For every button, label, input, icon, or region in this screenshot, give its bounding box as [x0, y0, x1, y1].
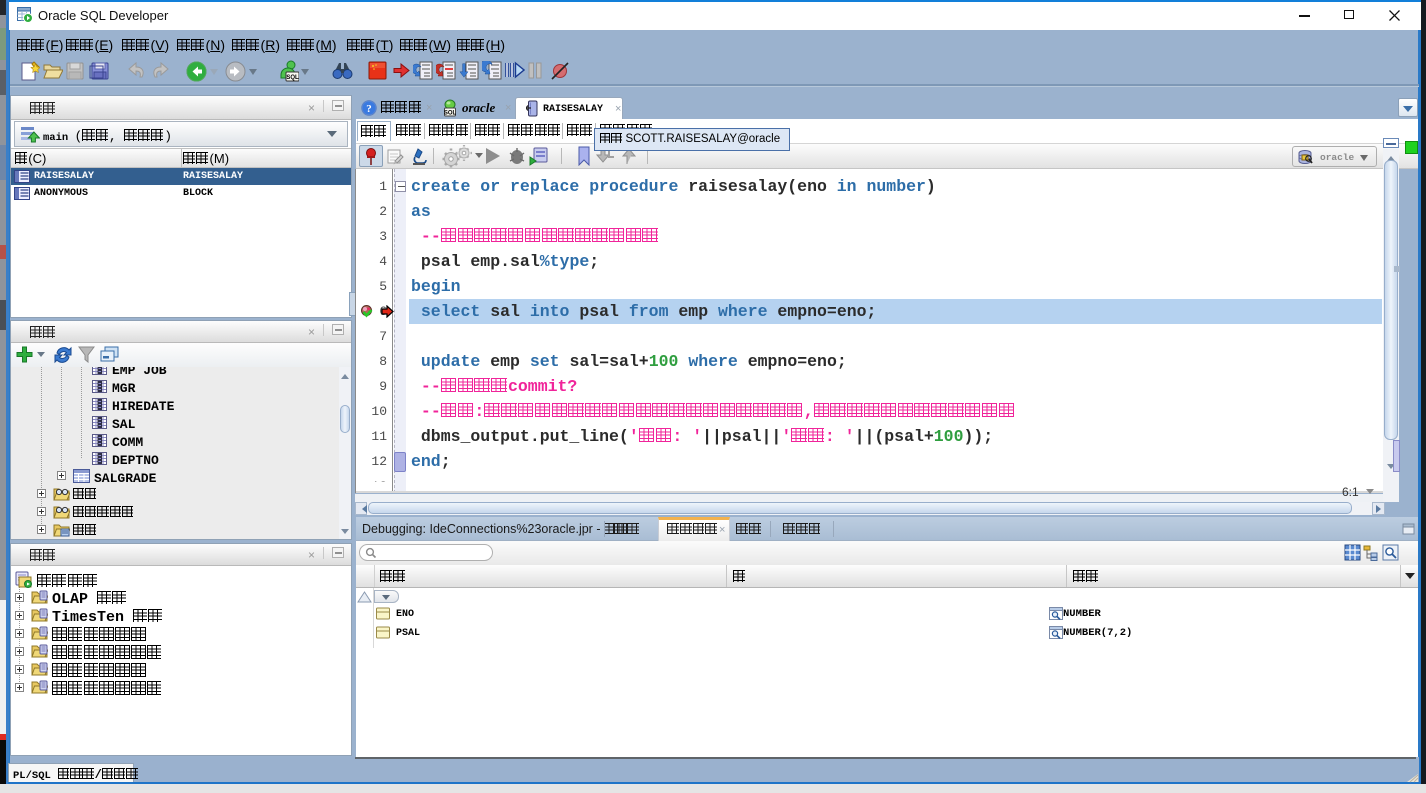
svg-text:SQL: SQL: [286, 75, 299, 81]
svg-text:?: ?: [366, 103, 372, 115]
svg-text:SOL: SOL: [444, 111, 457, 117]
